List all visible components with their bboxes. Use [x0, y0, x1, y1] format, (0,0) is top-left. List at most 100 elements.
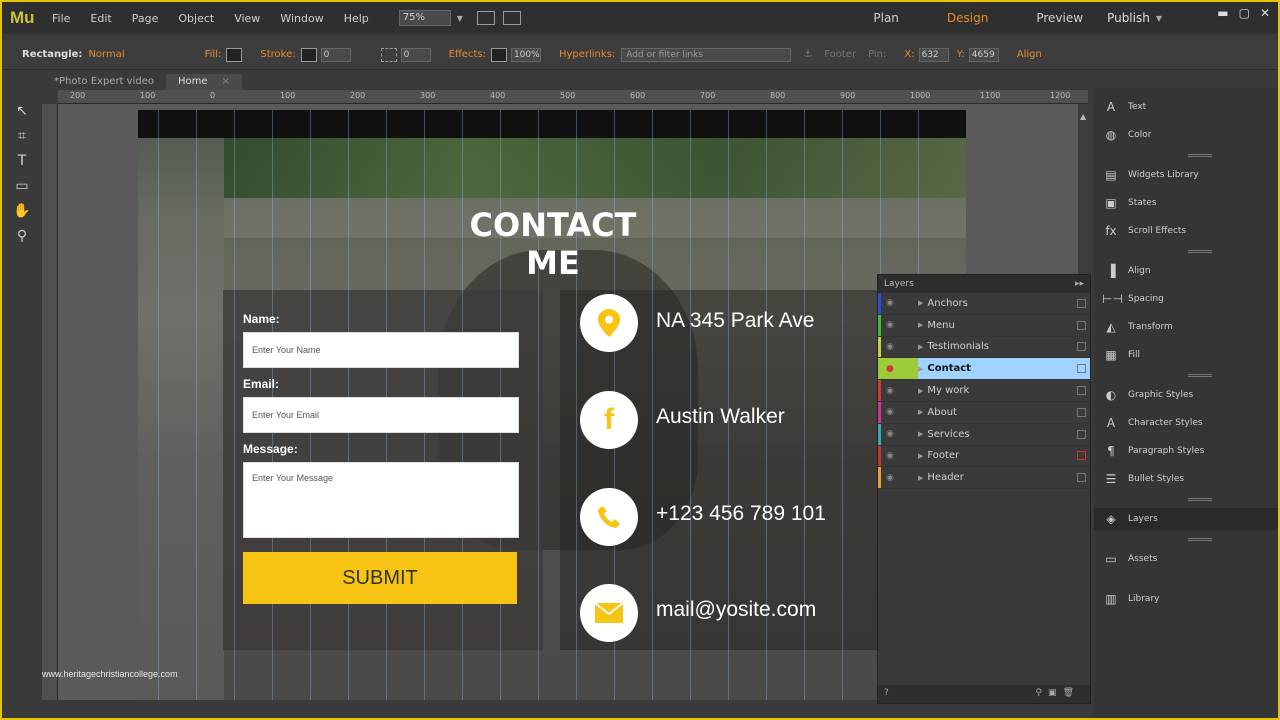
layer-lock-box[interactable]: [1077, 320, 1086, 330]
address-text[interactable]: NA 345 Park Ave: [656, 309, 814, 333]
close-tab-icon[interactable]: ×: [222, 76, 230, 87]
layer-row-header[interactable]: ◉ ▶ Header: [878, 467, 1090, 490]
panel-layers[interactable]: ◈ Layers: [1094, 508, 1278, 530]
layers-panel-header[interactable]: Layers ▸▸: [878, 275, 1090, 293]
eye-icon[interactable]: ◉: [886, 386, 900, 396]
menu-file[interactable]: File: [42, 12, 80, 25]
footer-checkbox-label[interactable]: Footer: [824, 49, 856, 60]
expand-triangle-icon[interactable]: ▶: [918, 430, 923, 438]
eye-icon[interactable]: ◉: [886, 451, 900, 461]
close-icon[interactable]: ✕: [1260, 6, 1270, 20]
x-field[interactable]: 632: [918, 47, 949, 62]
name-input[interactable]: Enter Your Name: [243, 332, 519, 368]
corner-radius-field[interactable]: 0: [400, 47, 431, 62]
mode-design[interactable]: Design: [923, 11, 1012, 25]
eye-icon[interactable]: ◉: [886, 473, 900, 483]
panel-library[interactable]: ▥ Library: [1094, 588, 1278, 610]
layer-lock-box[interactable]: [1077, 386, 1086, 396]
layer-row-about[interactable]: ◉ ▶ About: [878, 401, 1090, 424]
menu-page[interactable]: Page: [122, 12, 169, 25]
expand-triangle-icon[interactable]: ▶: [918, 365, 923, 373]
panel-states[interactable]: ▣ States: [1094, 192, 1278, 214]
panel-bullet-styles[interactable]: ☰ Bullet Styles: [1094, 468, 1278, 490]
eye-icon[interactable]: ◉: [886, 429, 900, 439]
panel-spacing[interactable]: ⊢⊣ Spacing: [1094, 288, 1278, 310]
hand-tool-icon[interactable]: ✋: [2, 198, 42, 223]
fill-swatch[interactable]: [226, 47, 243, 62]
layer-lock-box[interactable]: [1077, 473, 1086, 483]
panel-expand-icon[interactable]: ▸▸: [1075, 275, 1084, 293]
eye-icon[interactable]: ◉: [886, 342, 900, 352]
layer-lock-box[interactable]: [1077, 342, 1086, 352]
effects-label[interactable]: Effects:: [449, 49, 486, 60]
publish-button[interactable]: Publish: [1107, 11, 1150, 25]
rectangle-tool-icon[interactable]: ▭: [2, 173, 42, 198]
page-artboard[interactable]: CONTACT ME Name: Enter Your Name Email: …: [138, 110, 966, 700]
contact-title[interactable]: CONTACT ME: [438, 206, 668, 282]
arrange-icon[interactable]: [476, 11, 495, 25]
expand-triangle-icon[interactable]: ▶: [918, 474, 923, 482]
scroll-up-icon[interactable]: ▲: [1080, 112, 1086, 121]
eye-icon[interactable]: ◉: [886, 298, 900, 308]
minimize-icon[interactable]: ▬: [1217, 6, 1228, 20]
panel-text[interactable]: A Text: [1094, 96, 1278, 118]
expand-triangle-icon[interactable]: ▶: [918, 387, 923, 395]
phone-text[interactable]: +123 456 789 101: [656, 502, 826, 526]
menu-object[interactable]: Object: [168, 12, 224, 25]
expand-triangle-icon[interactable]: ▶: [918, 343, 923, 351]
menu-edit[interactable]: Edit: [80, 12, 121, 25]
layer-row-menu[interactable]: ◉ ▶ Menu: [878, 314, 1090, 337]
menu-window[interactable]: Window: [270, 12, 333, 25]
tab-home[interactable]: Home ×: [165, 74, 242, 90]
mode-plan[interactable]: Plan: [849, 11, 923, 25]
help-icon[interactable]: ?: [884, 688, 889, 698]
fill-label[interactable]: Fill:: [205, 49, 222, 60]
stroke-label[interactable]: Stroke:: [260, 49, 295, 60]
facebook-name-text[interactable]: Austin Walker: [656, 405, 785, 429]
expand-triangle-icon[interactable]: ▶: [918, 452, 923, 460]
panel-assets[interactable]: ▭ Assets: [1094, 548, 1278, 570]
email-input[interactable]: Enter Your Email: [243, 397, 519, 433]
layer-lock-box[interactable]: [1077, 429, 1086, 439]
anchor-icon[interactable]: ⚓: [803, 49, 812, 60]
crop-tool-icon[interactable]: ⌗: [2, 123, 42, 148]
panel-align[interactable]: ▐ Align: [1094, 260, 1278, 282]
chevron-down-icon[interactable]: ▼: [457, 14, 463, 23]
email-text[interactable]: mail@yosite.com: [656, 598, 816, 622]
panel-fill[interactable]: ▦ Fill: [1094, 344, 1278, 366]
layer-lock-box[interactable]: [1077, 364, 1086, 374]
effects-icon[interactable]: [490, 47, 507, 62]
submit-button[interactable]: SUBMIT: [243, 552, 517, 604]
layer-row-anchors[interactable]: ◉ ▶ Anchors: [878, 293, 1090, 315]
layer-lock-box[interactable]: [1077, 451, 1086, 461]
opacity-field[interactable]: 100%: [510, 47, 541, 62]
panel-widgets-library[interactable]: ▤ Widgets Library: [1094, 164, 1278, 186]
layer-row-contact[interactable]: ● ▶ Contact: [878, 358, 1090, 381]
panel-paragraph-styles[interactable]: ¶ Paragraph Styles: [1094, 440, 1278, 462]
stroke-swatch[interactable]: [300, 47, 317, 62]
object-state-link[interactable]: Normal: [88, 49, 124, 60]
mode-preview[interactable]: Preview: [1012, 11, 1107, 25]
panel-scroll-effects[interactable]: fx Scroll Effects: [1094, 220, 1278, 242]
layer-row-testimonials[interactable]: ◉ ▶ Testimonials: [878, 336, 1090, 359]
view-options-icon[interactable]: [502, 11, 521, 25]
menu-help[interactable]: Help: [334, 12, 379, 25]
menu-view[interactable]: View: [224, 12, 270, 25]
eye-icon[interactable]: ◉: [886, 320, 900, 330]
message-textarea[interactable]: Enter Your Message: [243, 462, 519, 538]
panel-transform[interactable]: ◭ Transform: [1094, 316, 1278, 338]
expand-triangle-icon[interactable]: ▶: [918, 408, 923, 416]
expand-triangle-icon[interactable]: ▶: [918, 321, 923, 329]
align-link[interactable]: Align: [1017, 49, 1042, 60]
layer-row-footer[interactable]: ◉ ▶ Footer: [878, 445, 1090, 468]
chevron-down-icon[interactable]: ▼: [1156, 14, 1162, 23]
zoom-select[interactable]: 75%: [398, 10, 451, 26]
stroke-width-field[interactable]: 0: [320, 47, 351, 62]
zoom-tool-icon[interactable]: ⚲: [2, 223, 42, 248]
layer-action-icons[interactable]: ⚲▣🗑: [1035, 688, 1080, 698]
eye-icon[interactable]: ●: [886, 364, 900, 374]
text-tool-icon[interactable]: T: [2, 148, 42, 173]
maximize-icon[interactable]: ▢: [1239, 6, 1250, 20]
layer-lock-box[interactable]: [1077, 298, 1086, 308]
layer-row-my-work[interactable]: ◉ ▶ My work: [878, 380, 1090, 402]
